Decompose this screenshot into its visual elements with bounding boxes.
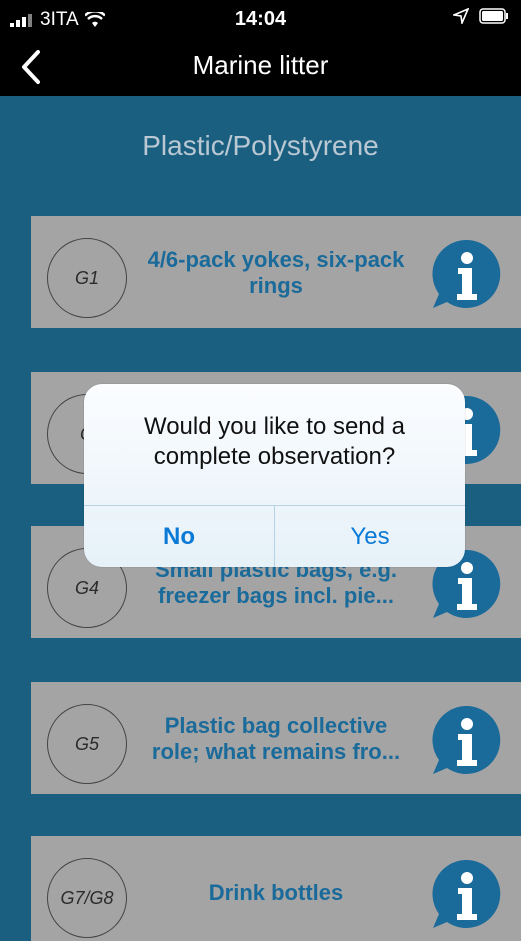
confirm-dialog: Would you like to send a complete observ…: [84, 384, 465, 567]
dialog-message: Would you like to send a complete observ…: [143, 413, 406, 470]
yes-button[interactable]: Yes: [275, 506, 465, 567]
no-button[interactable]: No: [84, 506, 274, 567]
